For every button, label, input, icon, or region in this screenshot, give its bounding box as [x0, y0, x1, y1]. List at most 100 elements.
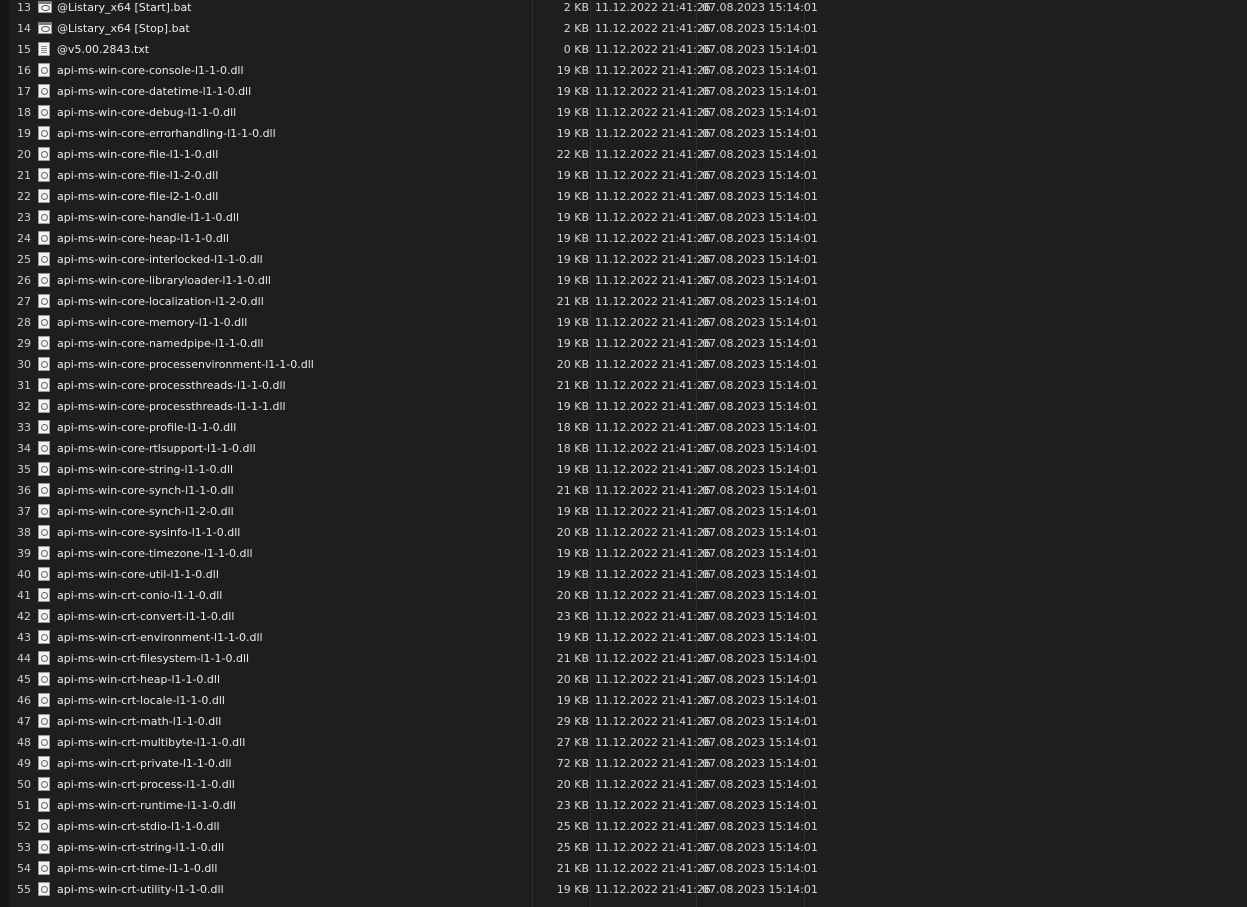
- file-name[interactable]: api-ms-win-core-handle-l1-1-0.dll: [57, 207, 239, 228]
- file-modified-date: 07.08.2023 15:14:01: [702, 841, 818, 854]
- file-row[interactable]: 29 api-ms-win-core-namedpipe-l1-1-0.dll 19…: [0, 333, 1247, 354]
- file-row[interactable]: 21 api-ms-win-core-file-l1-2-0.dll 19 KB 11…: [0, 165, 1247, 186]
- file-name[interactable]: api-ms-win-core-processthreads-l1-1-0.dl…: [57, 375, 286, 396]
- dll-file-icon: [38, 63, 50, 77]
- file-name[interactable]: api-ms-win-core-libraryloader-l1-1-0.dll: [57, 270, 271, 291]
- file-name[interactable]: api-ms-win-core-file-l2-1-0.dll: [57, 186, 218, 207]
- file-name[interactable]: api-ms-win-core-processenvironment-l1-1-…: [57, 354, 314, 375]
- file-row[interactable]: 31 api-ms-win-core-processthreads-l1-1-0.…: [0, 375, 1247, 396]
- file-name[interactable]: api-ms-win-core-memory-l1-1-0.dll: [57, 312, 247, 333]
- file-row[interactable]: 32 api-ms-win-core-processthreads-l1-1-1.…: [0, 396, 1247, 417]
- file-row[interactable]: 38 api-ms-win-core-sysinfo-l1-1-0.dll 20 K…: [0, 522, 1247, 543]
- file-row[interactable]: 48 api-ms-win-crt-multibyte-l1-1-0.dll 27 …: [0, 732, 1247, 753]
- file-row[interactable]: 35 api-ms-win-core-string-l1-1-0.dll 19 KB…: [0, 459, 1247, 480]
- row-index: 27: [17, 295, 31, 308]
- file-row[interactable]: 45 api-ms-win-crt-heap-l1-1-0.dll 20 KB 11.…: [0, 669, 1247, 690]
- file-row[interactable]: 22 api-ms-win-core-file-l2-1-0.dll 19 KB 11…: [0, 186, 1247, 207]
- file-name[interactable]: api-ms-win-crt-convert-l1-1-0.dll: [57, 606, 234, 627]
- file-name[interactable]: api-ms-win-core-datetime-l1-1-0.dll: [57, 81, 251, 102]
- file-row[interactable]: 36 api-ms-win-core-synch-l1-1-0.dll 21 KB 1…: [0, 480, 1247, 501]
- file-row[interactable]: 41 api-ms-win-crt-conio-l1-1-0.dll 20 KB 11…: [0, 585, 1247, 606]
- file-name[interactable]: api-ms-win-crt-math-l1-1-0.dll: [57, 711, 221, 732]
- file-name[interactable]: api-ms-win-crt-conio-l1-1-0.dll: [57, 585, 222, 606]
- file-row[interactable]: 18 api-ms-win-core-debug-l1-1-0.dll 19 KB 1…: [0, 102, 1247, 123]
- file-name[interactable]: api-ms-win-core-synch-l1-1-0.dll: [57, 480, 234, 501]
- file-row[interactable]: 23 api-ms-win-core-handle-l1-1-0.dll 19 KB…: [0, 207, 1247, 228]
- file-row[interactable]: 33 api-ms-win-core-profile-l1-1-0.dll 18 K…: [0, 417, 1247, 438]
- file-name[interactable]: api-ms-win-crt-environment-l1-1-0.dll: [57, 627, 263, 648]
- file-created-date: 11.12.2022 21:41:26: [595, 400, 711, 413]
- file-name[interactable]: api-ms-win-crt-utility-l1-1-0.dll: [57, 879, 224, 900]
- file-name[interactable]: api-ms-win-core-namedpipe-l1-1-0.dll: [57, 333, 263, 354]
- file-row[interactable]: 50 api-ms-win-crt-process-l1-1-0.dll 20 KB…: [0, 774, 1247, 795]
- file-row[interactable]: 27 api-ms-win-core-localization-l1-2-0.dl…: [0, 291, 1247, 312]
- file-created-date: 11.12.2022 21:41:26: [595, 673, 711, 686]
- file-row[interactable]: 39 api-ms-win-core-timezone-l1-1-0.dll 19 …: [0, 543, 1247, 564]
- file-name[interactable]: api-ms-win-core-string-l1-1-0.dll: [57, 459, 233, 480]
- file-name[interactable]: api-ms-win-core-synch-l1-2-0.dll: [57, 501, 234, 522]
- file-name[interactable]: api-ms-win-crt-runtime-l1-1-0.dll: [57, 795, 236, 816]
- file-row[interactable]: 37 api-ms-win-core-synch-l1-2-0.dll 19 KB 1…: [0, 501, 1247, 522]
- file-name[interactable]: api-ms-win-core-localization-l1-2-0.dll: [57, 291, 264, 312]
- file-row[interactable]: 46 api-ms-win-crt-locale-l1-1-0.dll 19 KB 1…: [0, 690, 1247, 711]
- file-list-pane: 13 @Listary_x64 [Start].bat 2 KB 11.12.2022…: [0, 0, 1247, 907]
- file-row[interactable]: 44 api-ms-win-crt-filesystem-l1-1-0.dll 21…: [0, 648, 1247, 669]
- file-row[interactable]: 16 api-ms-win-core-console-l1-1-0.dll 19 K…: [0, 60, 1247, 81]
- file-name[interactable]: api-ms-win-core-profile-l1-1-0.dll: [57, 417, 236, 438]
- row-index: 18: [17, 106, 31, 119]
- file-name[interactable]: api-ms-win-core-errorhandling-l1-1-0.dll: [57, 123, 276, 144]
- file-row[interactable]: 43 api-ms-win-crt-environment-l1-1-0.dll 1…: [0, 627, 1247, 648]
- file-name[interactable]: api-ms-win-core-util-l1-1-0.dll: [57, 564, 219, 585]
- file-name[interactable]: api-ms-win-core-rtlsupport-l1-1-0.dll: [57, 438, 256, 459]
- file-row[interactable]: 51 api-ms-win-crt-runtime-l1-1-0.dll 23 KB…: [0, 795, 1247, 816]
- file-name[interactable]: api-ms-win-crt-heap-l1-1-0.dll: [57, 669, 220, 690]
- file-name[interactable]: api-ms-win-core-timezone-l1-1-0.dll: [57, 543, 253, 564]
- file-row[interactable]: 30 api-ms-win-core-processenvironment-l1-…: [0, 354, 1247, 375]
- file-row[interactable]: 53 api-ms-win-crt-string-l1-1-0.dll 25 KB 1…: [0, 837, 1247, 858]
- file-row[interactable]: 54 api-ms-win-crt-time-l1-1-0.dll 21 KB 11.…: [0, 858, 1247, 879]
- file-name[interactable]: api-ms-win-core-interlocked-l1-1-0.dll: [57, 249, 263, 270]
- file-name[interactable]: api-ms-win-core-sysinfo-l1-1-0.dll: [57, 522, 240, 543]
- file-name[interactable]: api-ms-win-core-file-l1-1-0.dll: [57, 144, 218, 165]
- file-name[interactable]: api-ms-win-crt-time-l1-1-0.dll: [57, 858, 217, 879]
- file-row[interactable]: 15 @v5.00.2843.txt 0 KB 11.12.2022 21:41:26…: [0, 39, 1247, 60]
- file-size: 0 KB: [563, 43, 589, 56]
- file-name[interactable]: api-ms-win-crt-multibyte-l1-1-0.dll: [57, 732, 245, 753]
- file-row[interactable]: 47 api-ms-win-crt-math-l1-1-0.dll 29 KB 11.…: [0, 711, 1247, 732]
- file-name[interactable]: @v5.00.2843.txt: [57, 39, 149, 60]
- file-row[interactable]: 14 @Listary_x64 [Stop].bat 2 KB 11.12.2022 …: [0, 18, 1247, 39]
- file-size: 19 KB: [556, 232, 589, 245]
- row-index: 36: [17, 484, 31, 497]
- file-row[interactable]: 55 api-ms-win-crt-utility-l1-1-0.dll 19 KB…: [0, 879, 1247, 900]
- file-row[interactable]: 26 api-ms-win-core-libraryloader-l1-1-0.d…: [0, 270, 1247, 291]
- file-name[interactable]: api-ms-win-crt-stdio-l1-1-0.dll: [57, 816, 220, 837]
- file-name[interactable]: api-ms-win-crt-filesystem-l1-1-0.dll: [57, 648, 249, 669]
- file-name[interactable]: @Listary_x64 [Start].bat: [57, 0, 192, 18]
- file-name[interactable]: api-ms-win-core-processthreads-l1-1-1.dl…: [57, 396, 286, 417]
- file-row[interactable]: 20 api-ms-win-core-file-l1-1-0.dll 22 KB 11…: [0, 144, 1247, 165]
- file-name[interactable]: api-ms-win-crt-private-l1-1-0.dll: [57, 753, 231, 774]
- file-name[interactable]: api-ms-win-crt-locale-l1-1-0.dll: [57, 690, 225, 711]
- file-name[interactable]: api-ms-win-crt-string-l1-1-0.dll: [57, 837, 224, 858]
- file-row[interactable]: 52 api-ms-win-crt-stdio-l1-1-0.dll 25 KB 11…: [0, 816, 1247, 837]
- file-name[interactable]: @Listary_x64 [Stop].bat: [57, 18, 190, 39]
- file-row[interactable]: 28 api-ms-win-core-memory-l1-1-0.dll 19 KB…: [0, 312, 1247, 333]
- file-row[interactable]: 13 @Listary_x64 [Start].bat 2 KB 11.12.2022…: [0, 0, 1247, 18]
- file-row[interactable]: 34 api-ms-win-core-rtlsupport-l1-1-0.dll 1…: [0, 438, 1247, 459]
- file-row[interactable]: 40 api-ms-win-core-util-l1-1-0.dll 19 KB 11…: [0, 564, 1247, 585]
- row-index: 13: [17, 1, 31, 14]
- file-modified-date: 07.08.2023 15:14:01: [702, 589, 818, 602]
- file-name[interactable]: api-ms-win-crt-process-l1-1-0.dll: [57, 774, 235, 795]
- row-index: 52: [17, 820, 31, 833]
- row-index: 21: [17, 169, 31, 182]
- file-row[interactable]: 49 api-ms-win-crt-private-l1-1-0.dll 72 KB…: [0, 753, 1247, 774]
- file-name[interactable]: api-ms-win-core-heap-l1-1-0.dll: [57, 228, 229, 249]
- file-row[interactable]: 19 api-ms-win-core-errorhandling-l1-1-0.d…: [0, 123, 1247, 144]
- file-row[interactable]: 42 api-ms-win-crt-convert-l1-1-0.dll 23 KB…: [0, 606, 1247, 627]
- file-name[interactable]: api-ms-win-core-debug-l1-1-0.dll: [57, 102, 236, 123]
- file-row[interactable]: 24 api-ms-win-core-heap-l1-1-0.dll 19 KB 11…: [0, 228, 1247, 249]
- file-name[interactable]: api-ms-win-core-console-l1-1-0.dll: [57, 60, 244, 81]
- file-row[interactable]: 17 api-ms-win-core-datetime-l1-1-0.dll 19 …: [0, 81, 1247, 102]
- file-name[interactable]: api-ms-win-core-file-l1-2-0.dll: [57, 165, 218, 186]
- file-row[interactable]: 25 api-ms-win-core-interlocked-l1-1-0.dll…: [0, 249, 1247, 270]
